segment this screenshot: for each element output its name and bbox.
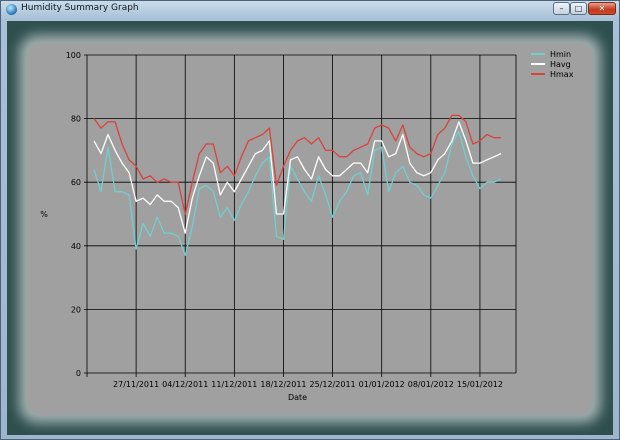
x-tick-label: 18/12/2011 <box>260 380 306 389</box>
legend: HminHavgHmax <box>531 50 574 79</box>
y-tick-label: 100 <box>66 51 81 60</box>
x-tick-label: 15/01/2012 <box>457 380 503 389</box>
close-icon: ✕ <box>598 4 606 13</box>
y-tick-label: 0 <box>76 369 81 378</box>
plot-panel <box>27 43 593 415</box>
legend-label: Havg <box>550 60 571 69</box>
maximize-icon: □ <box>574 4 583 13</box>
x-tick-label: 01/01/2012 <box>359 380 405 389</box>
legend-label: Hmax <box>550 70 574 79</box>
x-tick-label: 04/12/2011 <box>162 380 208 389</box>
minimize-button[interactable]: – <box>553 2 570 15</box>
y-axis-label: % <box>40 210 48 219</box>
x-tick-label: 08/01/2012 <box>408 380 454 389</box>
close-button[interactable]: ✕ <box>588 2 616 15</box>
maximize-button[interactable]: □ <box>570 2 587 15</box>
legend-label: Hmin <box>550 50 571 59</box>
x-axis-label: Date <box>288 393 307 402</box>
x-tick-label: 25/12/2011 <box>310 380 356 389</box>
window-title: Humidity Summary Graph <box>21 3 139 13</box>
y-tick-label: 80 <box>71 115 81 124</box>
chart-area: 0 20 40 60 80 100 27/11/2011 04/12/2011 11/12/20… <box>7 21 613 435</box>
y-tick-label: 60 <box>71 178 81 187</box>
x-tick-label: 27/11/2011 <box>113 380 159 389</box>
title-bar[interactable]: Humidity Summary Graph – □ ✕ <box>1 1 619 19</box>
y-tick-label: 20 <box>71 305 81 314</box>
app-icon <box>6 4 17 15</box>
app-window: Humidity Summary Graph – □ ✕ 0 20 40 60 80 10… <box>0 0 620 440</box>
y-tick-label: 40 <box>71 242 81 251</box>
x-tick-label: 11/12/2011 <box>211 380 257 389</box>
humidity-chart: 0 20 40 60 80 100 27/11/2011 04/12/2011 11/12/20… <box>19 35 601 423</box>
minimize-icon: – <box>559 4 564 13</box>
